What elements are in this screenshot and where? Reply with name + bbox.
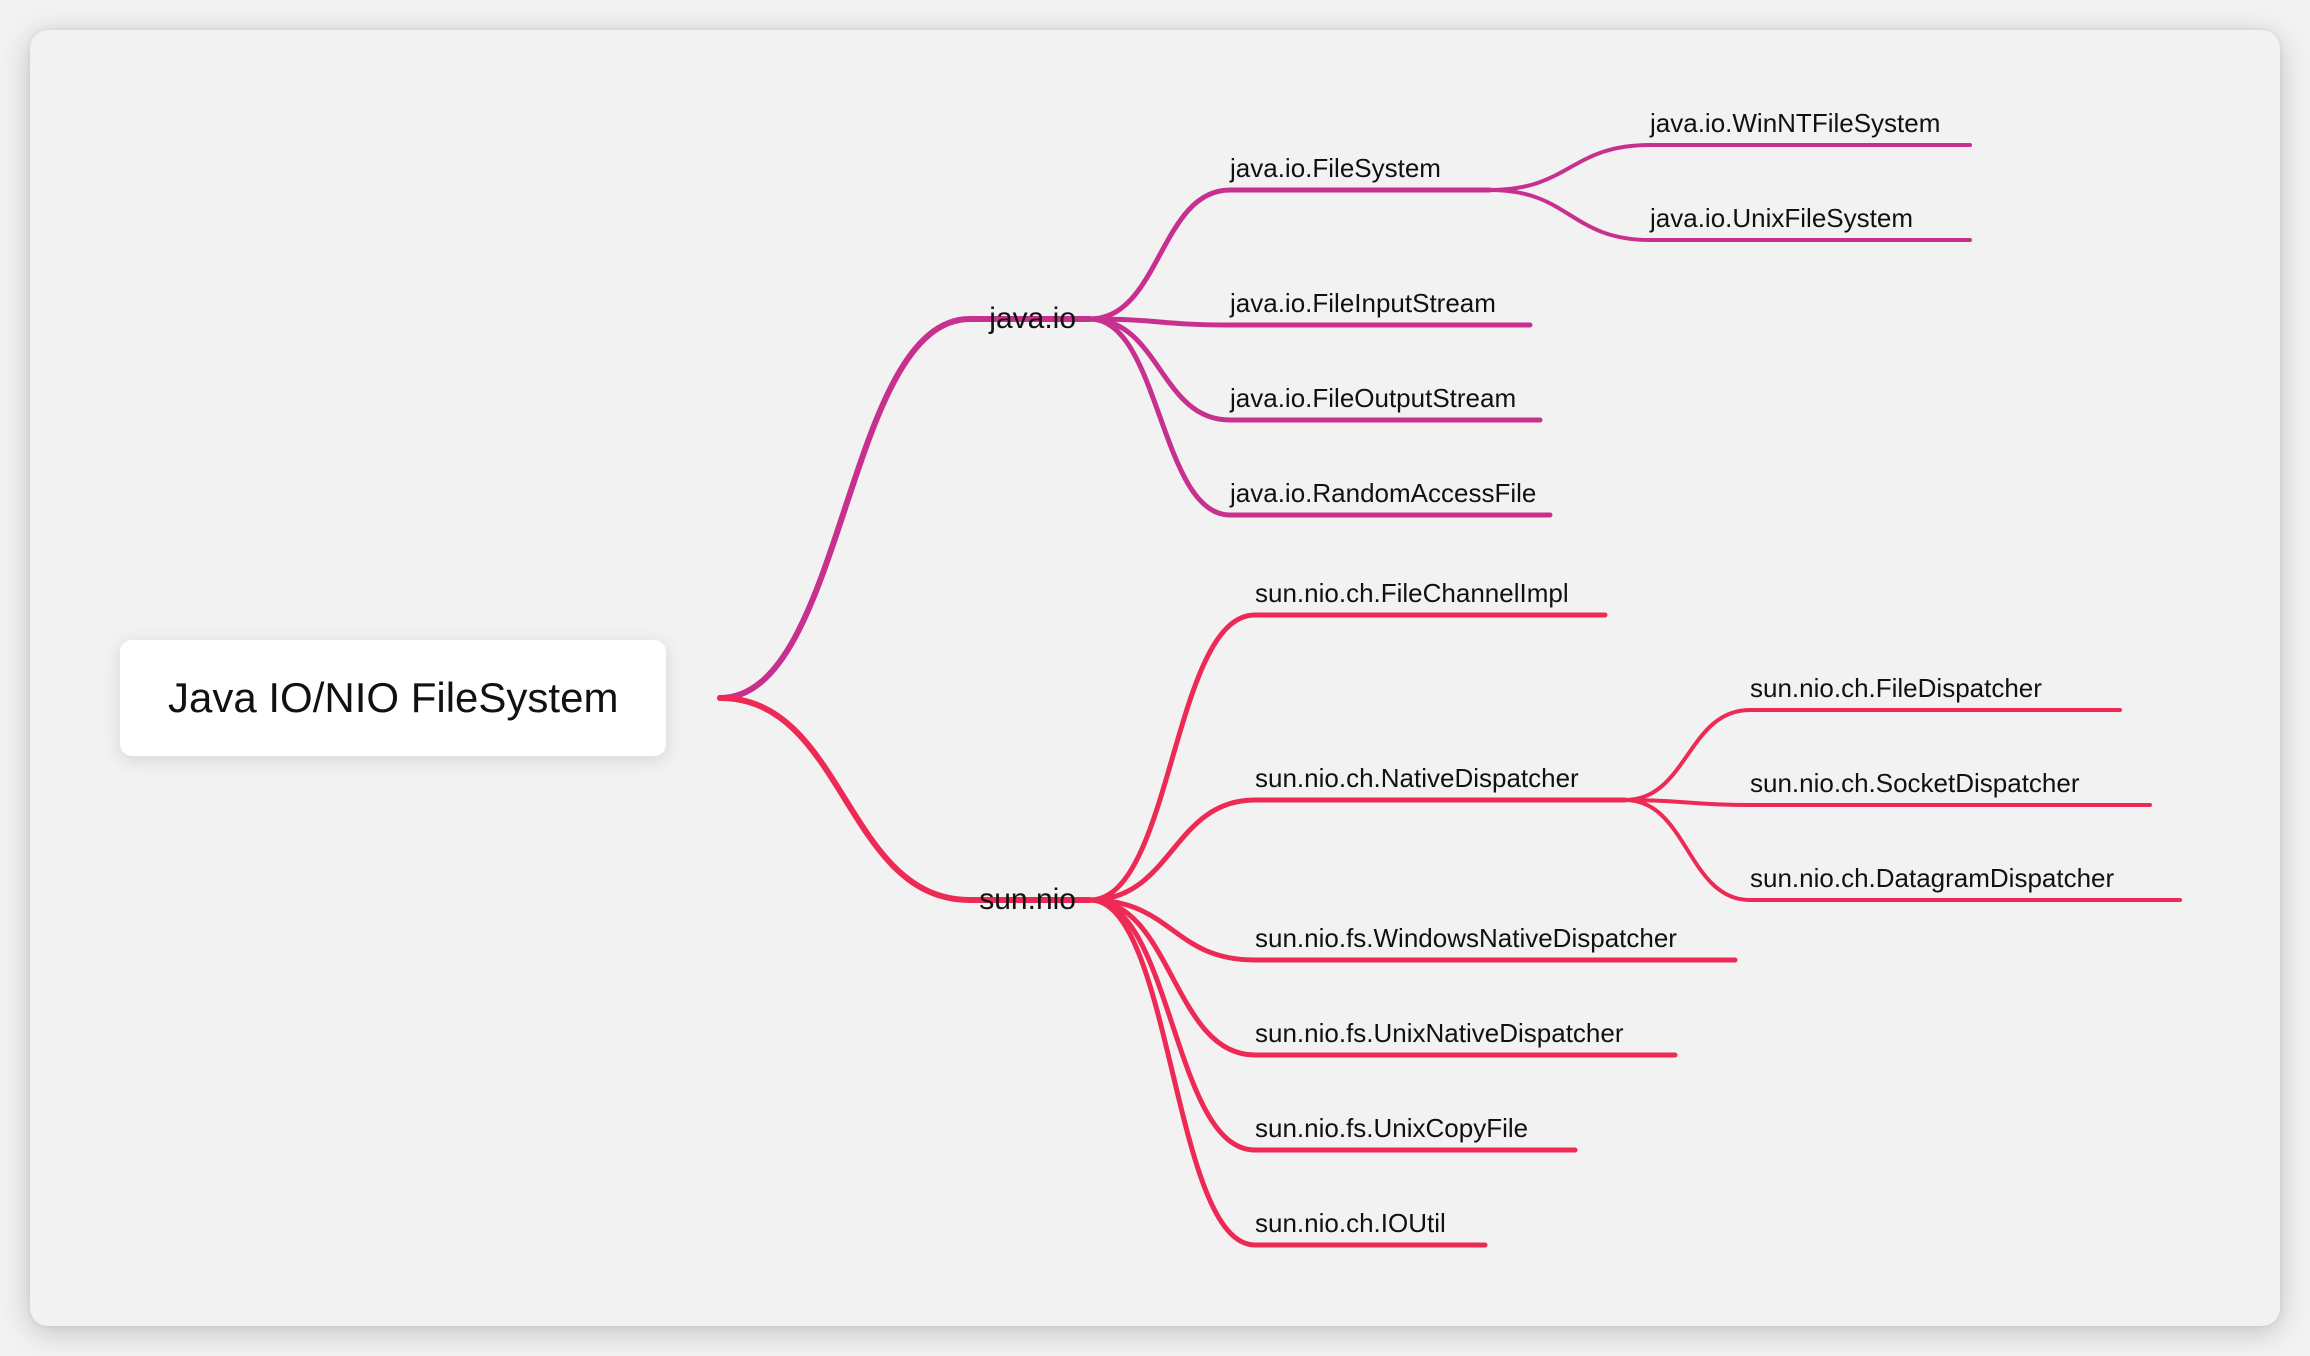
node-sun-nio-ioutil[interactable]: sun.nio.ch.IOUtil (1255, 1208, 1446, 1245)
node-sun-nio-windowsnativedispatcher[interactable]: sun.nio.fs.WindowsNativeDispatcher (1255, 923, 1677, 960)
node-java-io-unixfilesystem[interactable]: java.io.UnixFileSystem (1650, 203, 1913, 240)
node-sun-nio-filedispatcher[interactable]: sun.nio.ch.FileDispatcher (1750, 673, 2042, 710)
node-sun-nio-filechannelimpl[interactable]: sun.nio.ch.FileChannelImpl (1255, 578, 1569, 615)
branch-java-io[interactable]: java.io (989, 302, 1090, 336)
node-java-io-fileinputstream[interactable]: java.io.FileInputStream (1230, 288, 1496, 325)
node-java-io-filesystem[interactable]: java.io.FileSystem (1230, 153, 1441, 190)
node-sun-nio-datagramdispatcher[interactable]: sun.nio.ch.DatagramDispatcher (1750, 863, 2114, 900)
branch-sun-nio[interactable]: sun.nio (979, 883, 1090, 917)
node-java-io-randomaccessfile[interactable]: java.io.RandomAccessFile (1230, 478, 1536, 515)
node-sun-nio-nativedispatcher[interactable]: sun.nio.ch.NativeDispatcher (1255, 763, 1579, 800)
node-java-io-fileoutputstream[interactable]: java.io.FileOutputStream (1230, 383, 1516, 420)
node-sun-nio-socketdispatcher[interactable]: sun.nio.ch.SocketDispatcher (1750, 768, 2080, 805)
node-sun-nio-unixnativedispatcher[interactable]: sun.nio.fs.UnixNativeDispatcher (1255, 1018, 1624, 1055)
node-sun-nio-unixcopyfile[interactable]: sun.nio.fs.UnixCopyFile (1255, 1113, 1528, 1150)
node-java-io-winntfilesystem[interactable]: java.io.WinNTFileSystem (1650, 108, 1940, 145)
diagram-card: Java IO/NIO FileSystem java.io sun.nio j… (30, 30, 2280, 1326)
